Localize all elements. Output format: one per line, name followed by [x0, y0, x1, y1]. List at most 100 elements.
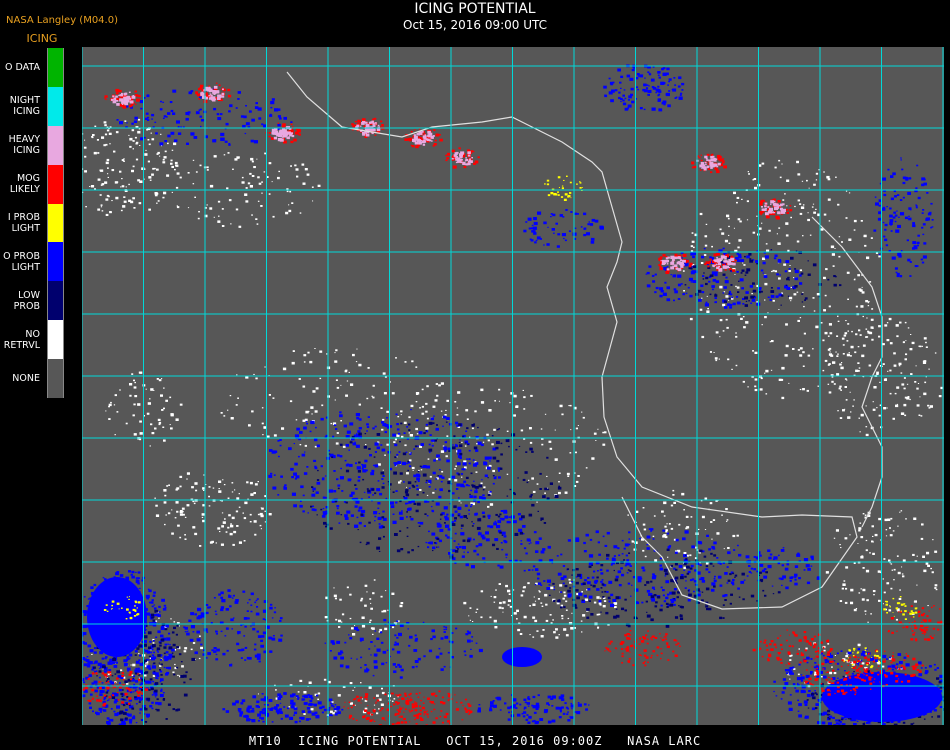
icing-pixel — [885, 535, 888, 537]
icing-pixel — [445, 626, 448, 629]
icing-pixel — [897, 653, 902, 656]
icing-pixel — [893, 579, 895, 581]
icing-pixel — [685, 558, 688, 560]
icing-pixel — [309, 699, 313, 703]
icing-pixel — [705, 605, 709, 608]
icing-pixel — [628, 552, 631, 554]
icing-pixel — [692, 255, 695, 259]
icing-pixel — [533, 221, 538, 226]
icing-pixel — [684, 575, 687, 578]
icing-pixel — [595, 530, 599, 534]
icing-pixel — [336, 432, 339, 434]
icing-pixel — [905, 353, 908, 356]
icing-pixel — [732, 578, 735, 581]
icing-pixel — [334, 399, 336, 401]
icing-pixel — [372, 427, 375, 430]
icing-pixel — [133, 207, 136, 209]
icing-pixel — [249, 521, 252, 523]
icing-pixel — [777, 591, 781, 594]
icing-pixel — [884, 518, 888, 522]
icing-pixel — [614, 89, 618, 92]
icing-pixel — [878, 414, 881, 417]
icing-pixel — [310, 708, 314, 711]
icing-pixel — [184, 626, 188, 630]
icing-pixel — [223, 484, 226, 486]
icing-pixel — [698, 528, 700, 530]
icing-pixel — [135, 577, 139, 580]
icing-pixel — [237, 91, 241, 94]
icing-pixel — [82, 624, 87, 629]
icing-pixel — [752, 231, 756, 234]
icing-pixel — [884, 655, 886, 657]
icing-pixel — [109, 680, 113, 683]
icing-pixel — [480, 590, 484, 593]
icing-pixel — [774, 254, 778, 257]
icing-pixel — [715, 280, 720, 284]
icing-pixel — [532, 603, 536, 606]
icing-pixel — [406, 472, 409, 475]
icing-pixel — [781, 396, 785, 400]
icing-map[interactable] — [82, 47, 944, 725]
icing-pixel — [895, 271, 898, 274]
page-subtitle: Oct 15, 2016 09:00 UTC — [403, 18, 547, 32]
icing-pixel — [762, 589, 765, 592]
icing-pixel — [315, 426, 317, 429]
icing-pixel — [525, 451, 528, 453]
icing-pixel — [903, 387, 906, 390]
icing-pixel — [672, 494, 675, 496]
icing-pixel — [726, 214, 730, 218]
icing-pixel — [531, 227, 534, 230]
icing-pixel — [438, 647, 441, 650]
icing-pixel — [433, 459, 436, 462]
icing-pixel — [878, 204, 881, 207]
icing-pixel — [336, 505, 340, 508]
icing-pixel — [798, 703, 802, 707]
icing-pixel — [299, 679, 303, 682]
icing-pixel — [230, 523, 232, 525]
icing-pixel — [602, 431, 605, 434]
icing-pixel — [724, 599, 727, 601]
icing-pixel — [402, 452, 407, 456]
icing-pixel — [705, 301, 708, 304]
icing-pixel — [529, 495, 532, 498]
icing-pixel — [314, 348, 316, 349]
icing-pixel — [230, 223, 232, 225]
icing-pixel — [228, 199, 232, 202]
icing-pixel — [364, 584, 368, 587]
icing-pixel — [158, 379, 162, 382]
icing-pixel — [121, 185, 125, 188]
icing-pixel — [835, 176, 837, 178]
icing-pixel — [802, 204, 805, 206]
icing-pixel — [243, 517, 247, 520]
icing-pixel — [293, 443, 295, 445]
icing-pixel — [916, 265, 919, 267]
icing-pixel — [451, 475, 456, 479]
icing-pixel — [895, 324, 899, 327]
icing-pixel — [874, 533, 878, 537]
icing-pixel — [936, 667, 939, 669]
icing-pixel — [915, 187, 918, 190]
icing-pixel — [155, 636, 158, 638]
icing-pixel — [721, 514, 723, 516]
icing-pixel — [604, 431, 607, 434]
icing-pixel — [857, 362, 860, 364]
icing-pixel — [898, 216, 900, 218]
icing-pixel — [802, 351, 805, 354]
icing-pixel — [714, 357, 718, 360]
icing-pixel — [85, 206, 87, 208]
icing-pixel — [872, 535, 874, 537]
icing-pixel — [162, 426, 165, 428]
icing-pixel — [588, 221, 590, 223]
icing-pixel — [654, 605, 658, 608]
legend-swatch — [47, 242, 64, 282]
icing-pixel — [801, 679, 804, 682]
icing-pixel — [116, 181, 119, 183]
icing-pixel — [579, 576, 583, 579]
icing-pixel — [174, 161, 178, 165]
icing-pixel — [644, 77, 646, 79]
icing-pixel — [828, 305, 831, 308]
icing-pixel — [566, 713, 569, 715]
icing-pixel — [853, 399, 855, 401]
icing-pixel — [653, 588, 656, 591]
icing-pixel — [234, 158, 238, 161]
